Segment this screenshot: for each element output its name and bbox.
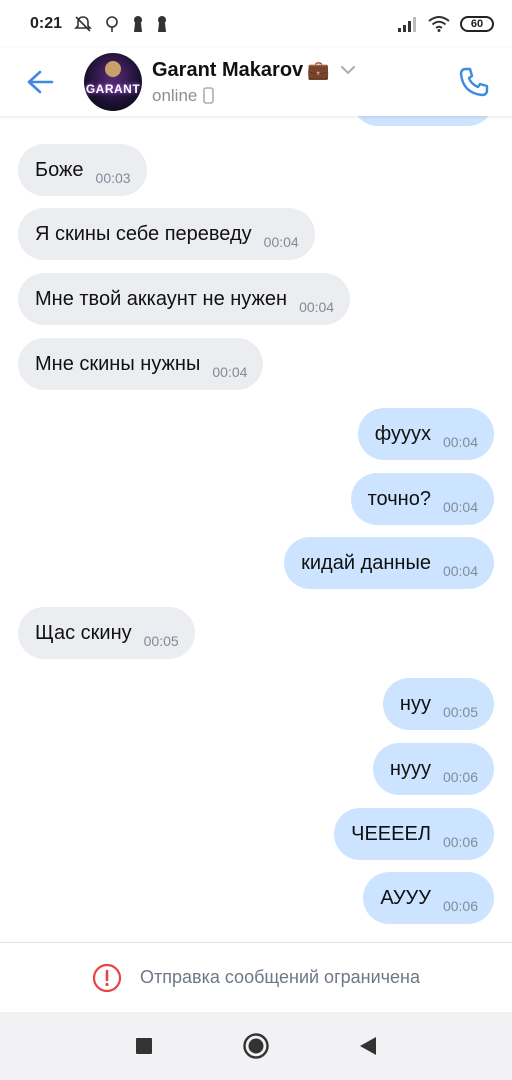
avatar[interactable]: GARANT: [84, 53, 142, 111]
muted-bell-icon: [74, 16, 92, 32]
message-bubble-outgoing[interactable]: нууу 00:06: [372, 743, 494, 795]
phone-icon: [459, 67, 489, 97]
avatar-label: GARANT: [85, 82, 141, 96]
contact-info[interactable]: Garant Makarov 💼 online: [152, 59, 356, 106]
message-time: 00:04: [442, 434, 478, 450]
message-bubble-incoming[interactable]: Щас скину 00:05: [18, 607, 195, 659]
location-icon: [106, 16, 118, 32]
message-text: АУУУ: [380, 886, 431, 909]
chevron-down-icon: [340, 66, 355, 75]
restricted-text: Отправка сообщений ограничена: [140, 967, 420, 987]
contact-name: Garant Makarov: [152, 58, 304, 81]
message-time: 00:06: [442, 898, 478, 914]
message-time: 00:04: [442, 499, 478, 515]
status-icons-left: [74, 15, 168, 33]
message-list[interactable]: Боже 00:03 Я скины себе переведу 00:04 М…: [0, 116, 512, 942]
signal-icon: [398, 17, 416, 32]
message-text: Мне скины нужны: [35, 352, 201, 375]
messaging-restricted-banner: Отправка сообщений ограничена: [0, 942, 512, 1012]
message-time: 00:04: [442, 563, 478, 579]
message-text: нууу: [389, 757, 431, 780]
message-time: 00:04: [212, 364, 248, 380]
message-time: 00:06: [442, 769, 478, 785]
status-icons-right: 60: [398, 16, 494, 32]
status-bar: 0:21 60: [0, 0, 512, 48]
message-bubble-outgoing[interactable]: ЧЕЕЕЕЛ 00:06: [334, 808, 494, 860]
message-text: нуу: [399, 692, 431, 715]
circle-home-icon: [243, 1033, 269, 1059]
message-bubble-outgoing[interactable]: АУУУ 00:06: [363, 872, 494, 924]
triangle-back-icon: [360, 1037, 376, 1055]
message-time: 00:04: [263, 234, 299, 250]
back-nav-button[interactable]: [348, 1026, 388, 1066]
mobile-phone-icon: [203, 87, 215, 104]
message-text: Боже: [35, 158, 84, 181]
message-text: точно?: [367, 487, 431, 510]
message-bubble-incoming[interactable]: Мне твой аккаунт не нужен 00:04: [18, 273, 351, 325]
arrow-left-icon: [27, 70, 54, 94]
system-navigation-bar: [0, 1012, 512, 1080]
wifi-icon: [428, 16, 450, 32]
message-bubble-partial: [352, 116, 494, 126]
briefcase-icon: 💼: [307, 59, 330, 80]
message-bubble-outgoing[interactable]: фууух 00:04: [357, 408, 494, 460]
message-text: фууух: [374, 422, 431, 445]
online-status: online: [152, 85, 198, 105]
message-text: кидай данные: [301, 551, 431, 574]
message-bubble-incoming[interactable]: Боже 00:03: [18, 144, 147, 196]
back-button[interactable]: [12, 54, 68, 110]
avatar-figure: [105, 61, 121, 77]
message-time: 00:05: [143, 633, 179, 649]
message-time: 00:06: [442, 834, 478, 850]
exclamation-circle-icon: [92, 963, 122, 992]
message-bubble-incoming[interactable]: Я скины себе переведу 00:04: [18, 208, 315, 260]
battery-indicator: 60: [460, 16, 494, 32]
call-button[interactable]: [452, 60, 496, 104]
message-bubble-outgoing[interactable]: кидай данные 00:04: [284, 537, 494, 589]
battery-level: 60: [470, 18, 484, 30]
chat-header: GARANT Garant Makarov 💼 online: [0, 48, 512, 116]
message-time: 00:03: [95, 170, 131, 186]
message-bubble-outgoing[interactable]: нуу 00:05: [382, 678, 494, 730]
message-text: ЧЕЕЕЕЛ: [351, 822, 431, 845]
square-icon: [136, 1038, 152, 1054]
message-time: 00:04: [299, 299, 335, 315]
home-button[interactable]: [236, 1026, 276, 1066]
message-text: Мне твой аккаунт не нужен: [35, 287, 288, 310]
message-text: Щас скину: [35, 621, 132, 644]
status-time: 0:21: [30, 15, 63, 32]
keyhole-icon: [158, 16, 167, 32]
message-bubble-outgoing[interactable]: точно? 00:04: [350, 473, 494, 525]
keyhole-icon: [134, 16, 143, 32]
message-bubble-incoming[interactable]: Мне скины нужны 00:04: [18, 338, 264, 390]
message-text: Я скины себе переведу: [35, 222, 252, 245]
recents-button[interactable]: [124, 1026, 164, 1066]
message-time: 00:05: [442, 704, 478, 720]
